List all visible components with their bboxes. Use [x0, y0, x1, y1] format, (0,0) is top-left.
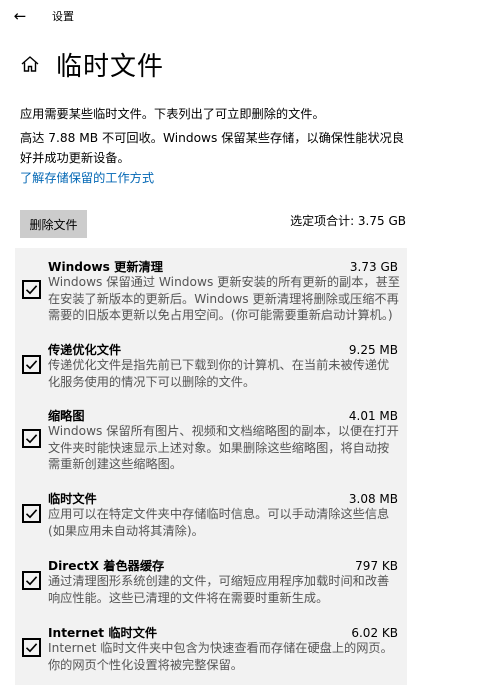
item-description: Windows 保留通过 Windows 更新安装的所有更新的副本，甚至在安装了…	[48, 275, 400, 323]
checkbox-thumbnails[interactable]	[22, 429, 41, 448]
checkbox-delivery-optimization[interactable]	[22, 355, 41, 374]
title-bar: ← 设置	[0, 0, 500, 32]
list-item-thumbnails: 缩略图 4.01 MB Windows 保留所有图片、视频和文档缩略图的副本，以…	[15, 407, 407, 477]
window-title: 设置	[52, 10, 74, 23]
checkbox-directx-shader-cache[interactable]	[22, 571, 41, 590]
list-item-windows-update-cleanup: Windows 更新清理 3.73 GB Windows 保留通过 Window…	[15, 258, 407, 328]
item-description: Internet 临时文件夹中包含为快速查看而存储在硬盘上的网页。你的网页个性化…	[48, 641, 393, 672]
checkmark-icon	[25, 360, 38, 370]
checkmark-icon	[25, 509, 38, 519]
list-item-directx-shader-cache: DirectX 着色器缓存 797 KB 通过清理图形系统创建的文件，可缩短应用…	[15, 557, 407, 609]
checkmark-icon	[25, 434, 38, 444]
back-arrow-icon: ←	[13, 7, 27, 25]
list-item-internet-temp-files: Internet 临时文件 6.02 KB Internet 临时文件夹中包含为…	[15, 624, 407, 676]
checkmark-icon	[25, 576, 38, 586]
checkmark-icon	[25, 285, 38, 295]
list-item-delivery-optimization: 传递优化文件 9.25 MB 传递优化文件是指先前已下载到你的计算机、在当前未被…	[15, 341, 407, 393]
home-icon	[21, 56, 39, 72]
learn-storage-reserve-link[interactable]: 了解存储保留的工作方式	[20, 168, 154, 188]
checkmark-icon	[25, 643, 38, 653]
description-line-1: 应用需要某些临时文件。下表列出了可立即删除的文件。	[20, 107, 325, 121]
item-description: 通过清理图形系统创建的文件，可缩短应用程序加载时间和改善响应性能。这些已清理的文…	[48, 574, 390, 605]
checkbox-internet-temp-files[interactable]	[22, 638, 41, 657]
item-description: 传递优化文件是指先前已下载到你的计算机、在当前未被传递优化服务使用的情况下可以删…	[48, 358, 390, 389]
item-description: Windows 保留所有图片、视频和文档缩略图的副本，以便在打开文件夹时能快速显…	[48, 424, 399, 472]
list-item-temporary-files: 临时文件 3.08 MB 应用可以在特定文件夹中存储临时信息。可以手动清除这些信…	[15, 490, 407, 542]
back-button[interactable]: ←	[0, 0, 40, 32]
page-header: 临时文件	[20, 44, 164, 84]
description-line-2: 高达 7.88 MB 不可回收。Windows 保留某些存储，以确保性能状况良好…	[20, 131, 405, 165]
selected-total: 选定项合计: 3.75 GB	[290, 214, 406, 228]
remove-files-button[interactable]: 删除文件	[20, 210, 87, 238]
page-title: 临时文件	[56, 51, 165, 82]
checkbox-temporary-files[interactable]	[22, 504, 41, 523]
checkbox-windows-update-cleanup[interactable]	[22, 280, 41, 299]
item-description: 应用可以在特定文件夹中存储临时信息。可以手动清除这些信息(如果应用未自动将其清除…	[48, 507, 390, 538]
